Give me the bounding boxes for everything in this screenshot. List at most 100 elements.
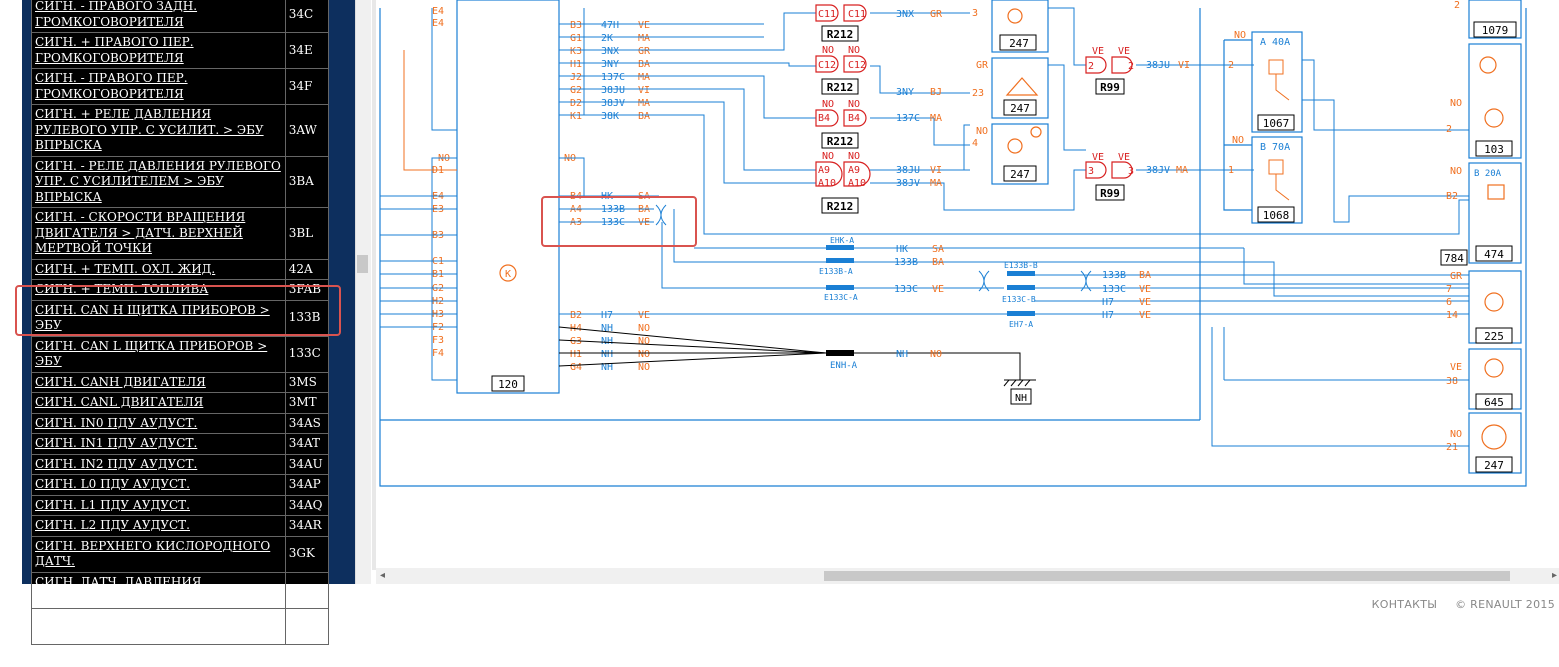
signal-code: 34AR bbox=[284, 515, 330, 537]
wiring-diagram-view[interactable]: 120 K E4 E4 NO D1 E4 E3 B3 C1 B1 G2 H2 H… bbox=[372, 0, 1559, 570]
signal-list-panel: СИГН. - ПРАВОГО ЗАДН. ГРОМКОГОВОРИТЕЛЯ 34… bbox=[0, 0, 372, 645]
svg-text:VE: VE bbox=[1139, 297, 1151, 308]
signal-name-link[interactable]: СИГН. CAN L ЩИТКА ПРИБОРОВ > ЭБУ bbox=[31, 335, 286, 373]
signal-row[interactable]: СИГН. IN0 ПДУ АУДУСТ. 34AS bbox=[31, 412, 330, 434]
signal-name-link[interactable]: СИГН. - ПРАВОГО ЗАДН. ГРОМКОГОВОРИТЕЛЯ bbox=[31, 0, 286, 33]
signal-row[interactable]: СИГН. ДАТЧ. ПОЛОЖ. 1 ТОКОПРОВОД. bbox=[31, 607, 330, 645]
signal-code: 34AS bbox=[284, 412, 330, 434]
svg-text:E133B-B: E133B-B bbox=[1004, 261, 1038, 270]
svg-text:21: 21 bbox=[1446, 442, 1458, 453]
connector-r212-group[interactable]: C11 C11 NO NO C12 C12 NO NO B4 B4 NO NO A9 A9 A… bbox=[815, 4, 871, 214]
svg-text:H7: H7 bbox=[1102, 310, 1114, 321]
signal-row[interactable]: СИГН. - РЕЛЕ ДАВЛЕНИЯ РУЛЕВОГО УПР. С УС… bbox=[31, 155, 330, 208]
svg-text:R212: R212 bbox=[827, 135, 854, 148]
signal-row[interactable]: СИГН. IN1 ПДУ АУДУСТ. 34AT bbox=[31, 433, 330, 455]
svg-text:NO: NO bbox=[930, 349, 942, 360]
signal-name-link[interactable]: СИГН. CANH ДВИГАТЕЛЯ bbox=[31, 371, 286, 393]
svg-text:NO: NO bbox=[822, 151, 834, 162]
signal-name-link[interactable]: СИГН. L0 ПДУ АУДУСТ. bbox=[31, 474, 286, 496]
signal-row[interactable]: СИГН. ДАТЧ. ДАВЛЕНИЯ ХЛАДАГЕНТА 38X bbox=[31, 571, 330, 609]
signal-name-link[interactable]: СИГН. - РЕЛЕ ДАВЛЕНИЯ РУЛЕВОГО УПР. С УС… bbox=[31, 155, 286, 208]
signal-name-link[interactable]: СИГН. + ТЕМП. ОХЛ. ЖИД. bbox=[31, 258, 286, 280]
vertical-scrollbar[interactable] bbox=[355, 0, 371, 584]
signal-name-link[interactable]: СИГН. ДАТЧ. ПОЛОЖ. 1 ТОКОПРОВОД. bbox=[31, 607, 286, 645]
connector-r99-group[interactable]: VE VE 2 2 VE VE 3 3 R99 R99 bbox=[1085, 46, 1134, 201]
signal-row[interactable]: СИГН. CANL ДВИГАТЕЛЯ 3MT bbox=[31, 392, 330, 414]
right-components[interactable]: 1079 103 474 784 225 645 247 2 NO 2 NO B… bbox=[1440, 0, 1522, 474]
svg-text:R212: R212 bbox=[827, 28, 854, 41]
svg-text:23: 23 bbox=[972, 88, 984, 99]
signal-name-link[interactable]: СИГН. + РЕЛЕ ДАВЛЕНИЯ РУЛЕВОГО УПР. С УС… bbox=[31, 104, 286, 157]
signal-row[interactable]: СИГН. L0 ПДУ АУДУСТ. 34AP bbox=[31, 474, 330, 496]
signal-row[interactable]: СИГН. - ПРАВОГО ЗАДН. ГРОМКОГОВОРИТЕЛЯ 34… bbox=[31, 0, 330, 33]
svg-text:38: 38 bbox=[1446, 376, 1458, 387]
svg-text:14: 14 bbox=[1446, 310, 1458, 321]
signal-name-link[interactable]: СИГН. IN0 ПДУ АУДУСТ. bbox=[31, 412, 286, 434]
signal-code: 42A bbox=[284, 258, 330, 280]
signal-name-link[interactable]: СИГН. - ПРАВОГО ПЕР. ГРОМКОГОВОРИТЕЛЯ bbox=[31, 68, 286, 105]
svg-text:NO: NO bbox=[822, 99, 834, 110]
svg-text:VE: VE bbox=[1450, 362, 1462, 373]
svg-text:B3: B3 bbox=[570, 20, 582, 31]
signal-name-link[interactable]: СИГН. L1 ПДУ АУДУСТ. bbox=[31, 494, 286, 516]
svg-text:A10: A10 bbox=[818, 178, 836, 189]
svg-text:A 40A: A 40A bbox=[1260, 37, 1290, 48]
svg-text:VE: VE bbox=[1139, 284, 1151, 295]
svg-text:VE: VE bbox=[1118, 152, 1130, 163]
horizontal-scrollbar-thumb[interactable] bbox=[824, 571, 1510, 581]
signal-row[interactable]: СИГН. + ПРАВОГО ПЕР. ГРОМКОГОВОРИТЕЛЯ 34E bbox=[31, 32, 330, 69]
svg-text:NO: NO bbox=[638, 336, 650, 347]
signal-row[interactable]: СИГН. - ПРАВОГО ПЕР. ГРОМКОГОВОРИТЕЛЯ 34F bbox=[31, 68, 330, 105]
svg-text:474: 474 bbox=[1484, 248, 1504, 261]
relays-1067-1068[interactable]: NO NO 2 1 A 40A B 70A 1067 1068 bbox=[1223, 30, 1303, 224]
svg-text:HK: HK bbox=[896, 244, 908, 255]
svg-text:G2: G2 bbox=[570, 85, 582, 96]
svg-text:3: 3 bbox=[972, 8, 978, 19]
signal-name-link[interactable]: СИГН. IN1 ПДУ АУДУСТ. bbox=[31, 433, 286, 455]
svg-text:NO: NO bbox=[638, 323, 650, 334]
signal-row[interactable]: СИГН. IN2 ПДУ АУДУСТ. 34AU bbox=[31, 453, 330, 475]
svg-text:NO: NO bbox=[638, 349, 650, 360]
signal-row[interactable]: СИГН. CAN L ЩИТКА ПРИБОРОВ > ЭБУ 133C bbox=[31, 335, 330, 373]
svg-text:47H: 47H bbox=[601, 20, 619, 31]
signal-name-link[interactable]: СИГН. L2 ПДУ АУДУСТ. bbox=[31, 515, 286, 537]
svg-text:B 70A: B 70A bbox=[1260, 142, 1290, 153]
copyright-text: © RENAULT 2015 bbox=[1455, 598, 1555, 611]
svg-text:A9: A9 bbox=[818, 165, 830, 176]
lamp-components[interactable]: 247 247 247 3 GR 23 NO 4 bbox=[972, 0, 1049, 185]
signal-row[interactable]: СИГН. + РЕЛЕ ДАВЛЕНИЯ РУЛЕВОГО УПР. С УС… bbox=[31, 104, 330, 157]
signal-code: 34AP bbox=[284, 474, 330, 496]
signal-name-link[interactable]: СИГН. - СКОРОСТИ ВРАЩЕНИЯ ДВИГАТЕЛЯ > ДА… bbox=[31, 207, 286, 260]
svg-text:38JV: 38JV bbox=[601, 98, 625, 109]
svg-text:3: 3 bbox=[1128, 166, 1134, 177]
signal-row[interactable]: СИГН. L1 ПДУ АУДУСТ. 34AQ bbox=[31, 494, 330, 516]
signal-name-link[interactable]: СИГН. ДАТЧ. ДАВЛЕНИЯ ХЛАДАГЕНТА bbox=[31, 571, 286, 609]
signal-row[interactable]: СИГН. CANH ДВИГАТЕЛЯ 3MS bbox=[31, 371, 330, 393]
signal-row[interactable]: СИГН. ВЕРХНЕГО КИСЛОРОДНОГО ДАТЧ. 3GK bbox=[31, 535, 330, 573]
signal-name-link[interactable]: СИГН. CANL ДВИГАТЕЛЯ bbox=[31, 392, 286, 414]
signal-row[interactable]: СИГН. L2 ПДУ АУДУСТ. 34AR bbox=[31, 515, 330, 537]
svg-text:C12: C12 bbox=[818, 60, 836, 71]
scroll-right-arrow-icon[interactable]: ▸ bbox=[1552, 570, 1557, 581]
svg-text:H1: H1 bbox=[570, 349, 582, 360]
scroll-left-arrow-icon[interactable]: ◂ bbox=[380, 570, 385, 581]
contacts-link[interactable]: КОНТАКТЫ bbox=[1372, 598, 1438, 611]
svg-text:E4: E4 bbox=[432, 18, 444, 29]
svg-text:225: 225 bbox=[1484, 330, 1504, 343]
svg-text:2K: 2K bbox=[601, 33, 613, 44]
signal-code bbox=[284, 607, 330, 645]
signal-row[interactable]: СИГН. + ТЕМП. ОХЛ. ЖИД. 42A bbox=[31, 258, 330, 280]
svg-text:G1: G1 bbox=[570, 33, 582, 44]
svg-text:NO: NO bbox=[638, 362, 650, 373]
horizontal-scrollbar[interactable]: ◂ ▸ bbox=[376, 568, 1559, 584]
signal-code: 34C bbox=[284, 0, 330, 33]
signal-row[interactable]: СИГН. - СКОРОСТИ ВРАЩЕНИЯ ДВИГАТЕЛЯ > ДА… bbox=[31, 207, 330, 260]
svg-text:B2: B2 bbox=[570, 310, 582, 321]
svg-text:GR: GR bbox=[1450, 271, 1463, 282]
signal-name-link[interactable]: СИГН. IN2 ПДУ АУДУСТ. bbox=[31, 453, 286, 475]
signal-name-link[interactable]: СИГН. ВЕРХНЕГО КИСЛОРОДНОГО ДАТЧ. bbox=[31, 535, 286, 573]
ground-label: NH bbox=[1015, 393, 1027, 404]
signal-name-link[interactable]: СИГН. + ПРАВОГО ПЕР. ГРОМКОГОВОРИТЕЛЯ bbox=[31, 32, 286, 69]
svg-text:NO: NO bbox=[1450, 166, 1462, 177]
vertical-scrollbar-thumb[interactable] bbox=[357, 255, 368, 273]
